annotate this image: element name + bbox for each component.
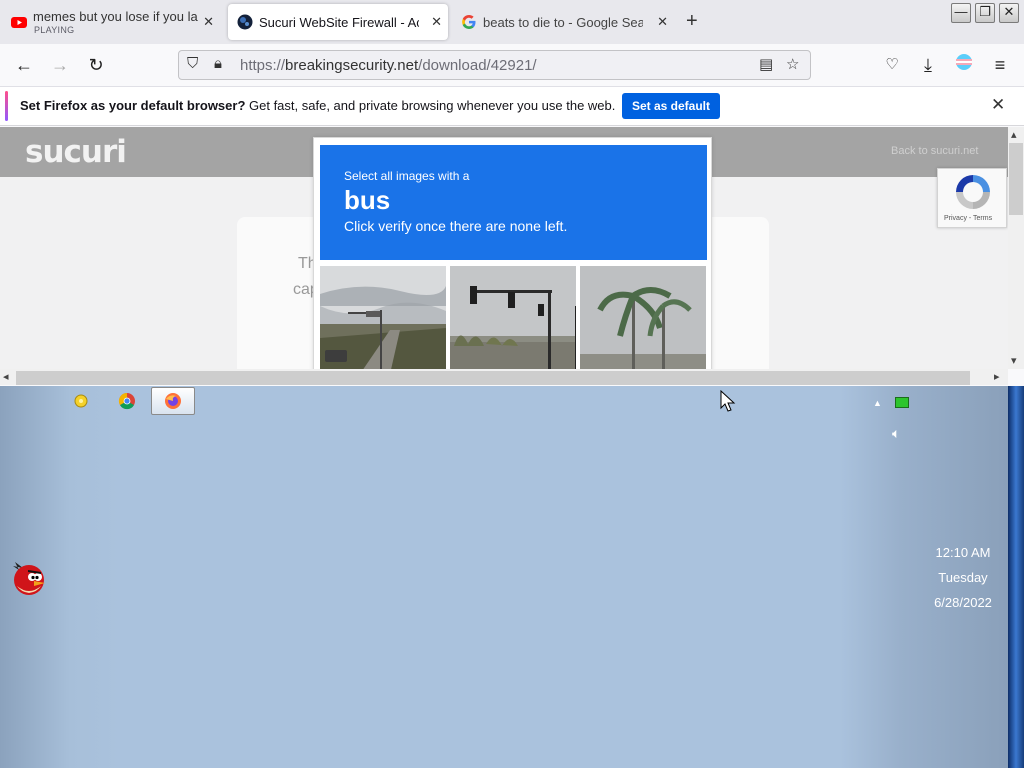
tab-title: memes but you lose if you la xyxy=(33,9,198,24)
scroll-right-icon[interactable]: ▸ xyxy=(994,370,1000,383)
downloads-icon[interactable]: ⤓ xyxy=(916,53,940,77)
navigation-toolbar: ← → ↻ ⛉ 🔒︎ https://breakingsecurity.net/… xyxy=(0,44,1024,86)
browser-window: memes but you lose if you la PLAYING ✕ S… xyxy=(0,0,1024,386)
volume-icon[interactable]: 🔈︎ xyxy=(892,425,900,442)
shield-icon[interactable]: ⛉ xyxy=(187,55,198,72)
close-icon[interactable]: ✕ xyxy=(991,95,1005,115)
close-icon[interactable]: ✕ xyxy=(657,14,668,30)
bookmark-star-icon[interactable]: ☆ xyxy=(786,55,799,73)
clock-day[interactable]: Tuesday xyxy=(920,570,1006,585)
horizontal-scroll-thumb[interactable] xyxy=(16,371,970,385)
chrome-icon[interactable] xyxy=(114,392,140,414)
tray-expand-icon[interactable]: ▲ xyxy=(873,398,882,408)
pocket-icon[interactable]: ♡ xyxy=(880,53,904,77)
scroll-left-icon[interactable]: ◂ xyxy=(3,370,9,383)
sucuri-logo[interactable]: sucuri xyxy=(25,134,127,170)
notification-message: Set Firefox as your default browser? Get… xyxy=(20,98,616,113)
tab-title: beats to die to - Google Sear xyxy=(483,14,643,30)
scroll-up-icon[interactable]: ▴ xyxy=(1011,128,1017,141)
reader-view-icon[interactable]: ▤ xyxy=(759,55,773,73)
recaptcha-icon xyxy=(956,175,990,209)
address-bar[interactable]: ⛉ 🔒︎ https://breakingsecurity.net/downlo… xyxy=(178,50,811,80)
menu-icon[interactable]: ≡ xyxy=(988,53,1012,77)
network-icon[interactable] xyxy=(895,397,909,408)
desktop-edge xyxy=(1008,386,1024,768)
forward-arrow-icon[interactable]: → xyxy=(48,53,72,77)
notification-accent xyxy=(5,91,8,121)
captcha-image-tile[interactable] xyxy=(320,266,446,369)
mouse-pointer-icon xyxy=(720,389,736,419)
captcha-hint: Click verify once there are none left. xyxy=(344,218,568,234)
vertical-scroll-thumb[interactable] xyxy=(1009,143,1023,215)
tab-strip: memes but you lose if you la PLAYING ✕ S… xyxy=(0,0,1024,44)
new-tab-icon[interactable]: + xyxy=(686,10,698,32)
firefox-taskbar-button[interactable] xyxy=(151,387,195,415)
reload-icon[interactable]: ↻ xyxy=(84,53,108,77)
recaptcha-links[interactable]: Privacy - Terms xyxy=(944,215,992,222)
youtube-icon xyxy=(11,14,27,30)
lock-icon[interactable]: 🔒︎ xyxy=(214,55,222,72)
minimize-button[interactable]: — xyxy=(951,3,971,23)
default-browser-notification: Set Firefox as your default browser? Get… xyxy=(0,86,1024,126)
globe-icon xyxy=(237,14,253,30)
back-to-sucuri-link[interactable]: Back to sucuri.net xyxy=(891,145,978,157)
captcha-image-tile[interactable] xyxy=(450,266,576,369)
captcha-instruction: Select all images with a xyxy=(344,169,470,183)
tab-title: Sucuri WebSite Firewall - Acc xyxy=(259,14,419,30)
clock-date[interactable]: 6/28/2022 xyxy=(920,595,1006,610)
tab-google[interactable]: beats to die to - Google Sear ✕ xyxy=(452,4,674,40)
desktop xyxy=(0,386,1024,768)
tab-youtube[interactable]: memes but you lose if you la PLAYING ✕ xyxy=(2,4,220,40)
set-default-button[interactable]: Set as default xyxy=(622,93,720,119)
recaptcha-badge[interactable]: Privacy - Terms xyxy=(937,168,1007,228)
file-explorer-icon[interactable] xyxy=(68,392,94,414)
captcha-header: Select all images with a bus Click verif… xyxy=(320,145,707,260)
page-content: sucuri Back to sucuri.net Th cap o Selec… xyxy=(0,127,1008,369)
back-arrow-icon[interactable]: ← xyxy=(12,53,36,77)
close-icon[interactable]: ✕ xyxy=(203,14,214,30)
close-window-button[interactable]: ✕ xyxy=(999,3,1019,23)
scroll-down-icon[interactable]: ▾ xyxy=(1011,354,1017,367)
tab-sucuri[interactable]: Sucuri WebSite Firewall - Acc ✕ xyxy=(228,4,448,40)
tab-playing-label: PLAYING xyxy=(34,25,75,35)
close-icon[interactable]: ✕ xyxy=(431,14,442,30)
url-text[interactable]: https://breakingsecurity.net/download/42… xyxy=(240,57,537,74)
firefox-icon xyxy=(165,393,181,409)
captcha-target: bus xyxy=(344,185,391,215)
account-icon[interactable] xyxy=(952,53,976,77)
captcha-image-tile[interactable] xyxy=(580,266,706,369)
maximize-button[interactable]: ❐ xyxy=(975,3,995,23)
angry-birds-icon[interactable] xyxy=(7,556,49,603)
google-icon xyxy=(461,14,477,30)
clock-time[interactable]: 12:10 AM xyxy=(920,545,1006,560)
captcha-challenge: Select all images with a bus Click verif… xyxy=(313,137,712,369)
